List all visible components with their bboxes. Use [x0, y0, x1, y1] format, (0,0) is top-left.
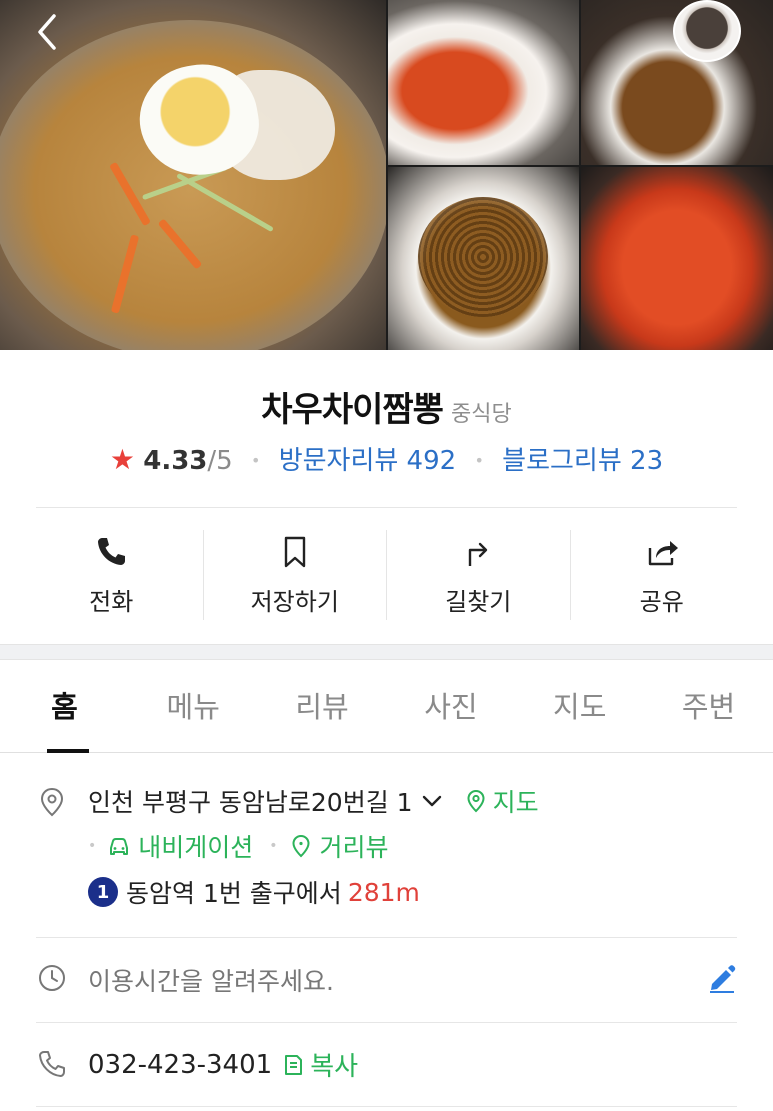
- save-label: 저장하기: [250, 588, 339, 616]
- call-button[interactable]: 전화: [20, 530, 204, 620]
- separator-dot: •: [269, 838, 278, 854]
- navigation-row: • 내비게이션 • 거리뷰: [88, 828, 389, 864]
- bookmark-icon: [284, 536, 305, 568]
- station-text: 동암역 1번 출구에서: [126, 879, 342, 908]
- divider: [36, 937, 737, 938]
- pencil-icon[interactable]: [706, 962, 738, 994]
- divider: [36, 507, 737, 508]
- phone-icon: [39, 1051, 65, 1077]
- visitor-reviews-link[interactable]: 방문자리뷰 492: [279, 446, 457, 476]
- photo-gallery[interactable]: [0, 0, 773, 350]
- streetview-pin-icon: [292, 834, 310, 858]
- separator-dot: •: [474, 451, 484, 470]
- hours-placeholder: 이용시간을 알려주세요.: [88, 967, 334, 996]
- tab-map[interactable]: 지도: [515, 661, 644, 752]
- tab-reviews[interactable]: 리뷰: [258, 661, 387, 752]
- phone-number[interactable]: 032-423-3401: [88, 1050, 272, 1080]
- phone-icon: [98, 538, 126, 565]
- map-link[interactable]: 지도: [465, 783, 539, 819]
- jajang-noodle-photo[interactable]: [388, 167, 579, 350]
- address-row[interactable]: 인천 부평구 동암남로20번길 1 지도: [88, 783, 539, 819]
- call-label: 전화: [89, 588, 134, 616]
- chevron-left-icon: [38, 14, 56, 50]
- noodle-texture: [418, 197, 548, 317]
- car-icon: [110, 838, 129, 855]
- map-link-label: 지도: [492, 788, 539, 817]
- place-category: 중식당: [450, 402, 512, 427]
- section-gap: [0, 644, 773, 660]
- action-bar: 전화 저장하기 길찾기 공유: [20, 530, 753, 620]
- subway-row: 1 동암역 1번 출구에서 281m: [88, 874, 420, 910]
- tab-bar: 홈 메뉴 리뷰 사진 지도 주변: [0, 661, 773, 753]
- address-text: 인천 부평구 동암남로20번길 1: [88, 788, 413, 817]
- rating-row: ★ 4.33/5 • 방문자리뷰 492 • 블로그리뷰 23: [0, 440, 773, 477]
- share-label: 공유: [639, 588, 684, 616]
- streetview-link[interactable]: 거리뷰: [288, 828, 389, 864]
- tteokbokki-photo[interactable]: [388, 0, 579, 165]
- save-button[interactable]: 저장하기: [204, 530, 387, 620]
- share-button[interactable]: 공유: [571, 530, 754, 620]
- navigation-label: 내비게이션: [138, 833, 254, 862]
- directions-label: 길찾기: [445, 588, 512, 616]
- place-title-row: 차우차이짬뽕 중식당: [0, 382, 773, 431]
- copy-label: 복사: [310, 1052, 359, 1082]
- location-pin-icon: [40, 787, 64, 817]
- divider: [36, 1106, 737, 1107]
- copy-icon: [285, 1054, 303, 1075]
- subway-line-badge: 1: [88, 877, 118, 907]
- navigation-link[interactable]: 내비게이션: [106, 828, 253, 864]
- directions-icon: [469, 542, 488, 566]
- tab-home[interactable]: 홈: [0, 661, 129, 753]
- divider: [36, 1022, 737, 1023]
- phone-row: 032-423-3401 복사: [88, 1046, 358, 1083]
- jjamppong-photo[interactable]: [581, 167, 773, 350]
- rating-max: /5: [207, 446, 233, 476]
- separator-dot: •: [88, 838, 97, 854]
- tab-photos[interactable]: 사진: [386, 661, 515, 752]
- share-icon: [648, 541, 678, 566]
- place-name: 차우차이짬뽕: [261, 390, 444, 430]
- streetview-label: 거리뷰: [319, 833, 389, 862]
- station-distance: 281m: [347, 877, 420, 907]
- back-button[interactable]: [28, 12, 68, 52]
- rating-value: 4.33: [143, 446, 208, 476]
- star-icon: ★: [109, 443, 135, 476]
- copy-button[interactable]: 복사: [282, 1046, 358, 1083]
- tab-nearby[interactable]: 주변: [644, 661, 773, 752]
- avatar[interactable]: [673, 0, 741, 62]
- clock-icon: [39, 965, 65, 991]
- tab-menu[interactable]: 메뉴: [129, 661, 258, 752]
- directions-button[interactable]: 길찾기: [387, 530, 571, 620]
- map-pin-icon: [467, 789, 485, 813]
- blog-reviews-link[interactable]: 블로그리뷰 23: [502, 446, 663, 476]
- main-cold-noodle-photo[interactable]: [0, 0, 386, 350]
- separator-dot: •: [250, 451, 261, 470]
- chevron-down-icon[interactable]: [421, 790, 443, 812]
